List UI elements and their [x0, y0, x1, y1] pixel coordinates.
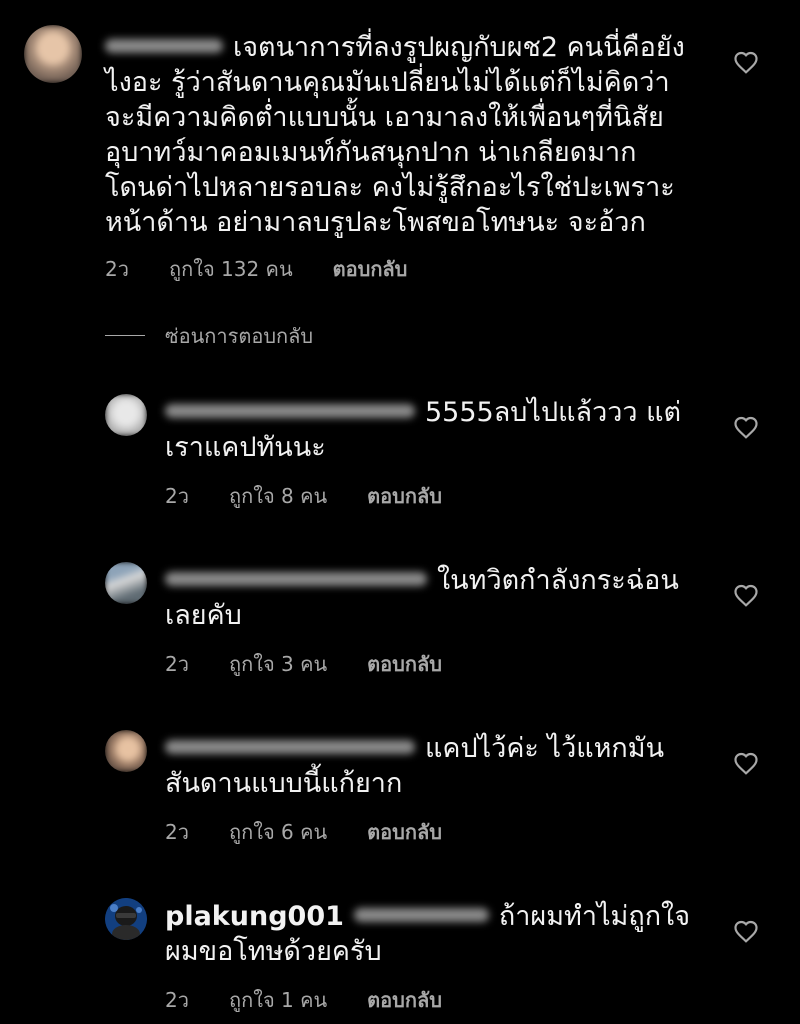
main-comment: เจตนาการที่ลงรูปผญกับผช2 คนนี่คือยังไงอะ…	[0, 0, 800, 300]
avatar[interactable]	[24, 25, 82, 83]
blurred-username	[165, 739, 415, 754]
reply-comment: 5555ลบไปแล้ววว แต่เราแคปทันนะ 2ว ถูกใจ 8 …	[0, 380, 800, 520]
like-count-link[interactable]: ถูกใจ 3 คน	[229, 652, 327, 676]
comment-meta: 2ว ถูกใจ 8 คน ตอบกลับ	[165, 480, 482, 512]
comment-text: แคปไว้ค่ะ ไว้แหกมันสันดานแบบนี้แก้ยาก	[165, 731, 695, 801]
timestamp: 2ว	[165, 820, 189, 844]
timestamp: 2ว	[165, 484, 189, 508]
reply-link[interactable]: ตอบกลับ	[333, 257, 408, 281]
like-count-link[interactable]: ถูกใจ 6 คน	[229, 820, 327, 844]
avatar[interactable]	[105, 898, 147, 940]
blurred-username	[105, 38, 223, 53]
timestamp: 2ว	[165, 988, 189, 1012]
avatar-image	[105, 898, 147, 940]
hide-replies-label: ซ่อนการตอบกลับ	[165, 324, 314, 348]
blurred-username	[353, 907, 489, 922]
reply-comment: แคปไว้ค่ะ ไว้แหกมันสันดานแบบนี้แก้ยาก 2ว…	[0, 716, 800, 856]
comment-meta: 2ว ถูกใจ 3 คน ตอบกลับ	[165, 648, 482, 680]
comment-meta: 2ว ถูกใจ 1 คน ตอบกลับ	[165, 984, 482, 1016]
like-count-link[interactable]: ถูกใจ 1 คน	[229, 988, 327, 1012]
heart-outline-icon[interactable]	[733, 583, 759, 607]
reply-link[interactable]: ตอบกลับ	[367, 820, 442, 844]
like-count-link[interactable]: ถูกใจ 132 คน	[169, 257, 293, 281]
timestamp: 2ว	[165, 652, 189, 676]
avatar[interactable]	[105, 394, 147, 436]
comment-text: 5555ลบไปแล้ววว แต่เราแคปทันนะ	[165, 395, 695, 465]
avatar[interactable]	[105, 562, 147, 604]
reply-link[interactable]: ตอบกลับ	[367, 652, 442, 676]
reply-comment: ในทวิตกำลังกระฉ่อนเลยคับ 2ว ถูกใจ 3 คน ตอบ…	[0, 548, 800, 688]
comment-meta: 2ว ถูกใจ 6 คน ตอบกลับ	[165, 816, 482, 848]
blurred-username	[165, 403, 415, 418]
divider-line	[105, 335, 145, 336]
comment-text: ในทวิตกำลังกระฉ่อนเลยคับ	[165, 563, 695, 633]
comment-text: plakung001 ถ้าผมทำไม่ถูกใจผมขอโทษด้วยครับ	[165, 899, 695, 969]
heart-outline-icon[interactable]	[733, 50, 759, 74]
avatar[interactable]	[105, 730, 147, 772]
like-count-link[interactable]: ถูกใจ 8 คน	[229, 484, 327, 508]
username-link[interactable]: plakung001	[165, 901, 344, 932]
heart-outline-icon[interactable]	[733, 751, 759, 775]
comment-meta: 2ว ถูกใจ 132 คน ตอบกลับ	[105, 253, 447, 285]
reply-comment: plakung001 ถ้าผมทำไม่ถูกใจผมขอโทษด้วยครับ…	[0, 884, 800, 1024]
comment-text: เจตนาการที่ลงรูปผญกับผช2 คนนี่คือยังไงอะ…	[105, 30, 695, 240]
reply-link[interactable]: ตอบกลับ	[367, 484, 442, 508]
blurred-username	[165, 571, 427, 586]
comment-body: เจตนาการที่ลงรูปผญกับผช2 คนนี่คือยังไงอะ…	[105, 32, 685, 238]
heart-outline-icon[interactable]	[733, 415, 759, 439]
reply-link[interactable]: ตอบกลับ	[367, 988, 442, 1012]
timestamp: 2ว	[105, 257, 129, 281]
heart-outline-icon[interactable]	[733, 919, 759, 943]
hide-replies-button[interactable]: ซ่อนการตอบกลับ	[105, 320, 313, 352]
